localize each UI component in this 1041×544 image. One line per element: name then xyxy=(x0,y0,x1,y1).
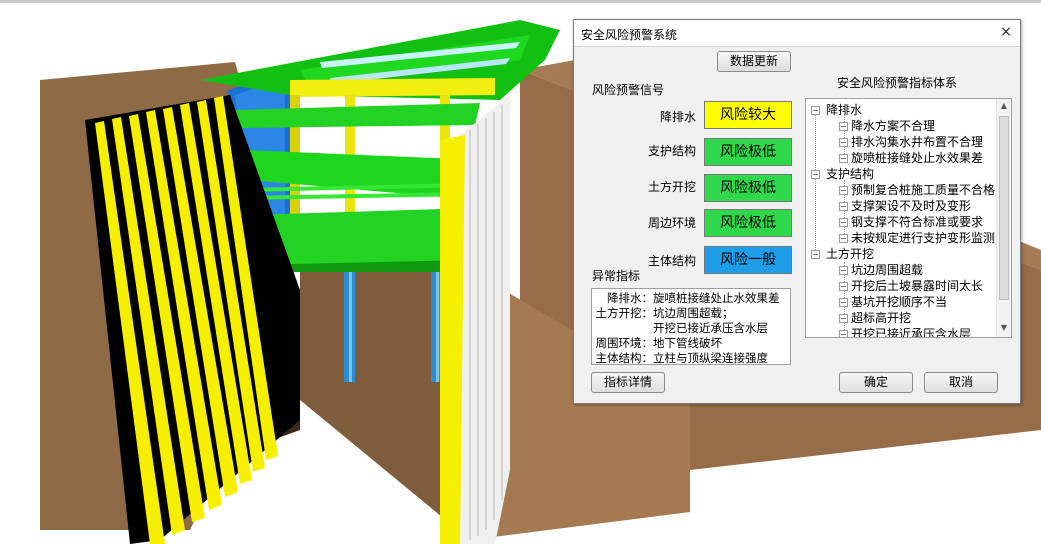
leaf-icon: − xyxy=(839,202,848,211)
leaf-icon: − xyxy=(839,266,848,275)
anomaly-item: 周围环境：地下管线破坏 xyxy=(595,336,723,350)
scroll-down-icon[interactable]: ▼ xyxy=(997,321,1011,335)
leaf-icon: − xyxy=(839,154,848,163)
signal-label-surroundings: 周边环境 xyxy=(647,216,696,230)
cancel-button[interactable]: 取消 xyxy=(924,372,998,393)
signal-main-structure: 风险一般 xyxy=(704,246,792,274)
tree-node-excavation[interactable]: − 土方开挖 xyxy=(806,246,998,262)
tree-leaf[interactable]: − 未按规定进行支护变形监测 xyxy=(806,230,998,246)
tree-leaf[interactable]: − 旋喷桩接缝处止水效果差 xyxy=(806,150,998,166)
tree-leaf[interactable]: − 钢支撑不符合标准或要求 xyxy=(806,214,998,230)
leaf-icon: − xyxy=(839,234,848,243)
anomaly-item: 主体结构：立柱与顶纵梁连接强度 xyxy=(595,351,769,365)
indicator-detail-button[interactable]: 指标详情 xyxy=(591,372,665,393)
scroll-thumb[interactable] xyxy=(999,116,1009,300)
tree-leaf[interactable]: − 降水方案不合理 xyxy=(806,118,998,134)
tree-node-drainage[interactable]: − 降排水 xyxy=(806,102,998,118)
tree-leaf[interactable]: − 开挖已接近承压含水层 xyxy=(806,326,998,338)
leaf-icon: − xyxy=(839,218,848,227)
anomaly-item: 降排水：旋喷桩接缝处止水效果差 xyxy=(607,291,780,305)
tree-leaf[interactable]: − 坑边周围超载 xyxy=(806,262,998,278)
signal-label-drainage: 降排水 xyxy=(659,110,696,124)
scroll-up-icon[interactable]: ▲ xyxy=(997,99,1011,113)
tree-heading: 安全风险预警指标体系 xyxy=(837,76,958,90)
signal-label-support: 支护结构 xyxy=(647,144,696,158)
signal-support: 风险极低 xyxy=(704,138,792,166)
risk-warning-dialog: 安全风险预警系统 × 数据更新 风险预警信号 降排水 风险较大 支护结构 风险极… xyxy=(573,19,1021,404)
signal-label-excavation: 土方开挖 xyxy=(647,180,696,194)
leaf-icon: − xyxy=(839,122,848,131)
leaf-icon: − xyxy=(839,314,848,323)
leaf-icon: − xyxy=(839,330,848,338)
leaf-icon: − xyxy=(839,282,848,291)
anomaly-item: 开挖已接近承压含水层 xyxy=(653,321,768,335)
signal-excavation: 风险极低 xyxy=(704,174,792,202)
collapse-icon: − xyxy=(811,250,820,259)
signal-surroundings: 风险极低 xyxy=(704,209,792,237)
anomaly-heading: 异常指标 xyxy=(592,269,641,283)
tree-leaf[interactable]: − 基坑开挖顺序不当 xyxy=(806,294,998,310)
tree-leaf[interactable]: − 开挖后土坡暴露时间太长 xyxy=(806,278,998,294)
signal-drainage: 风险较大 xyxy=(704,101,792,129)
collapse-icon: − xyxy=(811,170,820,179)
anomaly-list: 降排水：旋喷桩接缝处止水效果差 土方开挖：坑边周围超载； 开挖已接近承压含水层 … xyxy=(591,288,791,365)
collapse-icon: − xyxy=(811,106,820,115)
top-edge-strip xyxy=(0,0,1041,3)
tree-leaf[interactable]: − 排水沟集水井布置不合理 xyxy=(806,134,998,150)
tree-node-support[interactable]: − 支护结构 xyxy=(806,166,998,182)
tree-leaf[interactable]: − 预制复合桩施工质量不合格 xyxy=(806,182,998,198)
leaf-icon: − xyxy=(839,298,848,307)
tree-leaf[interactable]: − 支撑架设不及时及变形 xyxy=(806,198,998,214)
ok-button[interactable]: 确定 xyxy=(839,372,913,393)
anomaly-item: 土方开挖：坑边周围超载； xyxy=(595,306,734,320)
leaf-icon: − xyxy=(839,138,848,147)
tree-scrollbar[interactable]: ▲ ▼ xyxy=(996,99,1011,337)
leaf-icon: − xyxy=(839,186,848,195)
update-data-button[interactable]: 数据更新 xyxy=(717,51,791,72)
close-icon[interactable]: × xyxy=(996,23,1016,41)
dialog-title: 安全风险预警系统 xyxy=(581,28,678,42)
tree-leaf[interactable]: − 超标高开挖 xyxy=(806,310,998,326)
dialog-titlebar: 安全风险预警系统 × xyxy=(574,20,1020,47)
indicator-tree[interactable]: − 降排水 − 降水方案不合理 − 排水沟集水井布置不合理 − 旋喷桩接缝处止水效果差 … xyxy=(805,98,1012,338)
signal-heading: 风险预警信号 xyxy=(592,83,665,97)
